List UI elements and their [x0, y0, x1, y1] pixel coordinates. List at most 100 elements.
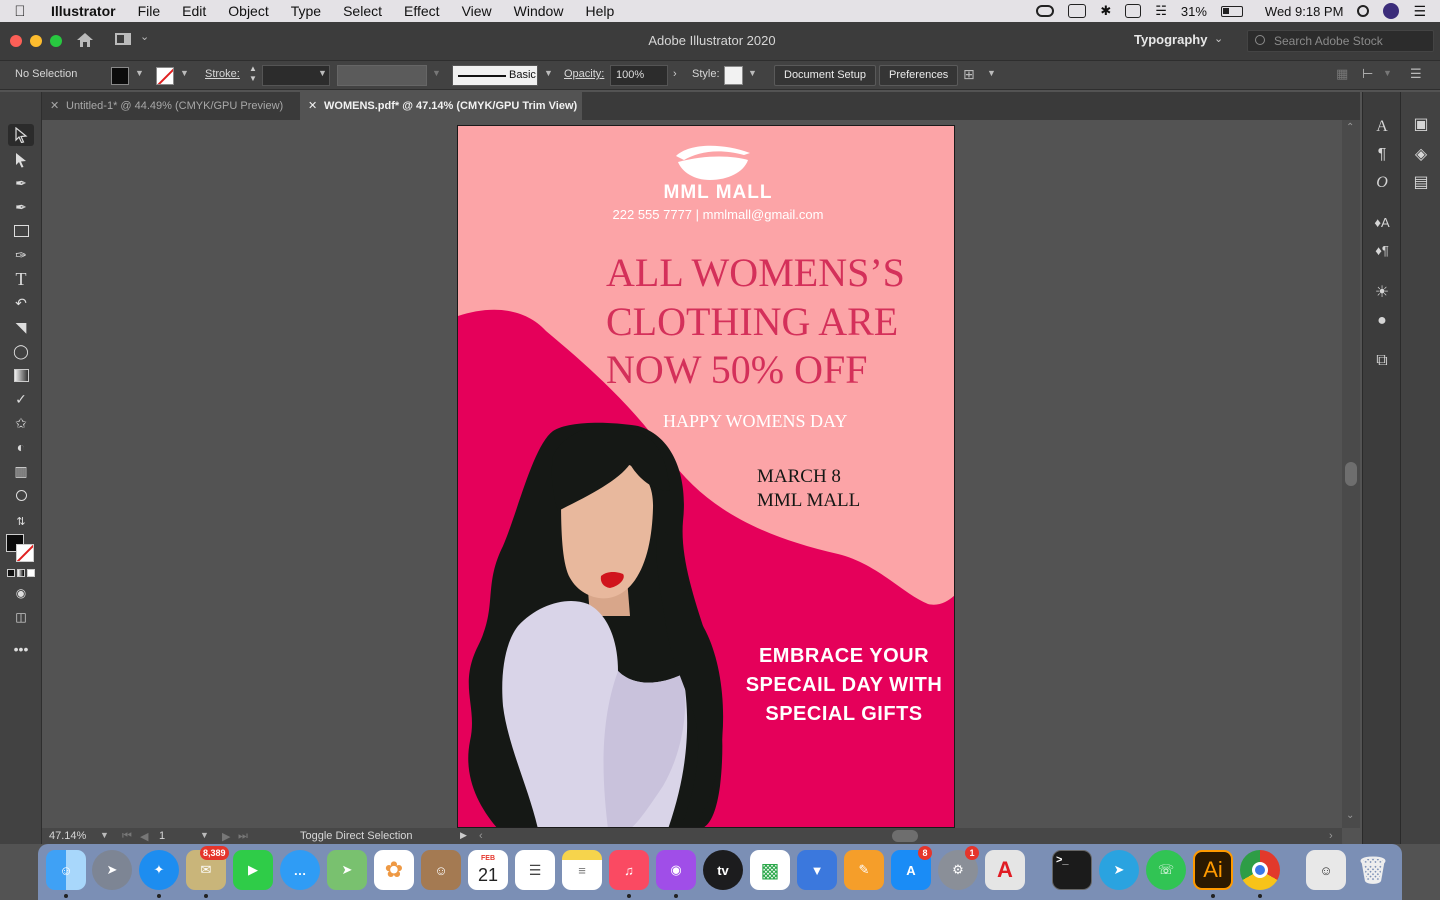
- telegram-icon[interactable]: ➤: [1099, 850, 1139, 890]
- keyboard-icon[interactable]: [1125, 4, 1142, 18]
- more-tools-icon[interactable]: •••: [8, 638, 34, 660]
- distribute-icon[interactable]: ⊢: [1362, 66, 1373, 82]
- artboard-number[interactable]: 1: [159, 830, 165, 842]
- stroke-swatch[interactable]: [16, 544, 34, 562]
- close-tab-icon[interactable]: ✕: [308, 99, 317, 112]
- chevron-down-icon[interactable]: ▼: [318, 68, 327, 78]
- scroll-up-icon[interactable]: ⌃: [1346, 122, 1354, 133]
- panel-menu-icon[interactable]: ☰: [1410, 66, 1422, 82]
- illustrator-icon[interactable]: Ai: [1193, 850, 1233, 890]
- swap-fill-stroke-icon[interactable]: ⇅: [8, 510, 34, 532]
- apple-menu-icon[interactable]: : [0, 3, 40, 20]
- first-artboard-icon[interactable]: ⏮: [122, 830, 132, 843]
- shape-builder-tool-icon[interactable]: ◐: [8, 436, 34, 458]
- menu-view[interactable]: View: [451, 3, 503, 19]
- rotate-tool-icon[interactable]: ↶: [8, 292, 34, 314]
- graphic-style-swatch[interactable]: [724, 66, 743, 85]
- paragraph-styles-icon[interactable]: ♦¶: [1371, 240, 1393, 262]
- photos-icon[interactable]: ✿: [374, 850, 414, 890]
- gradient-tool-icon[interactable]: [8, 364, 34, 386]
- facetime-icon[interactable]: ▶: [233, 850, 273, 890]
- transform-icon[interactable]: ⊞: [963, 66, 975, 83]
- menu-edit[interactable]: Edit: [171, 3, 217, 19]
- pen-tool-icon[interactable]: ✒: [8, 172, 34, 194]
- stroke-weight-stepper[interactable]: ▲ ▼: [249, 64, 257, 84]
- fill-color-swatch[interactable]: [111, 67, 129, 85]
- document-setup-button[interactable]: Document Setup: [774, 65, 876, 86]
- scroll-right-icon[interactable]: ›: [1329, 830, 1333, 842]
- wifi-icon[interactable]: ☵: [1155, 3, 1167, 19]
- menu-window[interactable]: Window: [503, 3, 575, 19]
- menu-app-name[interactable]: Illustrator: [40, 3, 127, 19]
- menu-file[interactable]: File: [127, 3, 172, 19]
- draw-mode-icon[interactable]: ◉: [8, 582, 34, 604]
- direct-selection-tool-icon[interactable]: [8, 149, 34, 171]
- stroke-color-swatch[interactable]: [156, 67, 174, 85]
- spotlight-icon[interactable]: [1357, 5, 1370, 17]
- next-artboard-icon[interactable]: ▶: [222, 830, 230, 843]
- screen-mode-icon[interactable]: ◫: [8, 606, 34, 628]
- siri-icon[interactable]: [1383, 3, 1400, 19]
- music-icon[interactable]: ♫: [609, 850, 649, 890]
- artboard-womens-day-poster[interactable]: MML MALL 222 555 7777 | mmlmall@gmail.co…: [457, 125, 955, 828]
- puppet-warp-tool-icon[interactable]: ✩: [8, 412, 34, 434]
- display-icon[interactable]: [1068, 4, 1087, 18]
- zoom-level[interactable]: 47.14%: [49, 830, 86, 842]
- curvature-tool-icon[interactable]: ✒: [8, 196, 34, 218]
- chevron-down-icon[interactable]: ▼: [200, 830, 209, 840]
- variable-width-profile[interactable]: [337, 65, 427, 86]
- tab-womens-pdf[interactable]: ✕ WOMENS.pdf* @ 47.14% (CMYK/GPU Trim Vi…: [300, 92, 582, 120]
- user-folder-icon[interactable]: ☺: [1306, 850, 1346, 890]
- pages-icon[interactable]: ✎: [844, 850, 884, 890]
- lasso-tool-icon[interactable]: ◯: [8, 340, 34, 362]
- battery-icon[interactable]: [1220, 5, 1243, 17]
- keynote-icon[interactable]: ▼: [797, 850, 837, 890]
- workspace-switcher[interactable]: Typography: [1134, 32, 1207, 47]
- launchpad-icon[interactable]: ➤: [92, 850, 132, 890]
- paintbrush-tool-icon[interactable]: ✑: [8, 244, 34, 266]
- maps-icon[interactable]: ➤: [327, 850, 367, 890]
- contacts-icon[interactable]: ☺: [421, 850, 461, 890]
- safari-icon[interactable]: ✦: [139, 850, 179, 890]
- chevron-down-icon[interactable]: ▼: [180, 68, 189, 78]
- chevron-down-icon[interactable]: ⌄: [1214, 32, 1223, 45]
- scroll-down-icon[interactable]: ⌄: [1346, 810, 1354, 821]
- numbers-icon[interactable]: ▩: [750, 850, 790, 890]
- chevron-down-icon[interactable]: ▼: [1383, 68, 1392, 78]
- appearance-panel-icon[interactable]: ☀: [1371, 282, 1393, 304]
- menu-help[interactable]: Help: [574, 3, 625, 19]
- last-artboard-icon[interactable]: ⏭: [238, 830, 248, 843]
- scrollbar-thumb[interactable]: [1345, 462, 1357, 486]
- rectangle-tool-icon[interactable]: [8, 220, 34, 242]
- reminders-icon[interactable]: ☰: [515, 850, 555, 890]
- asset-export-icon[interactable]: ▤: [1410, 172, 1432, 194]
- finder-icon[interactable]: ☺: [46, 850, 86, 890]
- opacity-field[interactable]: 100%: [610, 65, 668, 86]
- character-styles-icon[interactable]: ♦A: [1371, 212, 1393, 234]
- acrobat-icon[interactable]: A: [985, 850, 1025, 890]
- chevron-down-icon[interactable]: ▼: [544, 68, 553, 78]
- creative-cloud-icon[interactable]: [1036, 5, 1055, 17]
- bluetooth-icon[interactable]: ✱: [1100, 3, 1111, 19]
- libraries-panel-icon[interactable]: ▣: [1410, 114, 1432, 136]
- menu-object[interactable]: Object: [217, 3, 279, 19]
- preferences-button[interactable]: Preferences: [879, 65, 959, 86]
- chevron-down-icon[interactable]: ▼: [432, 68, 441, 78]
- opentype-panel-icon[interactable]: O: [1371, 172, 1393, 194]
- menu-effect[interactable]: Effect: [393, 3, 451, 19]
- transform-panel-icon[interactable]: ⧉: [1371, 350, 1393, 372]
- menu-select[interactable]: Select: [332, 3, 393, 19]
- opacity-flyout-arrow[interactable]: ›: [673, 68, 677, 80]
- eraser-tool-icon[interactable]: ◥: [8, 316, 34, 338]
- eyedropper-tool-icon[interactable]: ✓: [8, 388, 34, 410]
- chrome-icon[interactable]: [1240, 850, 1280, 890]
- paragraph-panel-icon[interactable]: ¶: [1371, 144, 1393, 166]
- chevron-down-icon[interactable]: ▼: [135, 68, 144, 78]
- trash-icon[interactable]: 🗑: [1353, 850, 1393, 890]
- graphic-styles-icon[interactable]: ●: [1371, 310, 1393, 332]
- artboard-tool-icon[interactable]: ▥: [8, 460, 34, 482]
- zoom-tool-icon[interactable]: [8, 484, 34, 506]
- battery-percent[interactable]: 31%: [1181, 4, 1207, 19]
- stroke-label[interactable]: Stroke:: [205, 68, 240, 80]
- terminal-icon[interactable]: >_: [1052, 850, 1092, 890]
